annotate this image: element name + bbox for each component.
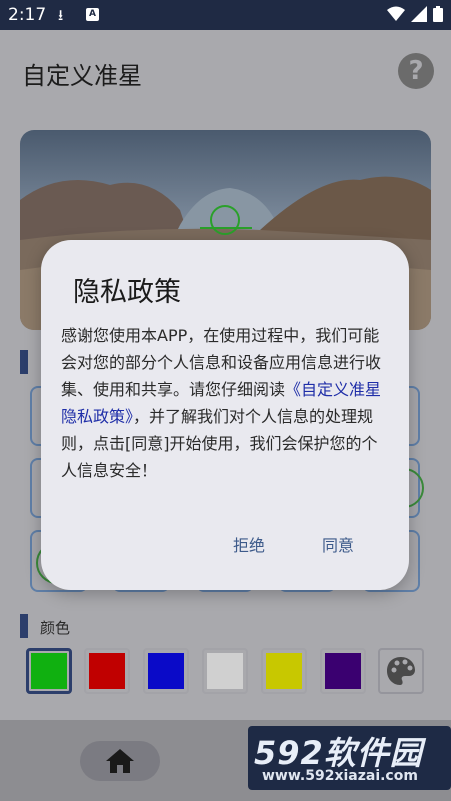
home-button[interactable]	[80, 741, 160, 781]
download-icon: ⭳	[58, 6, 64, 24]
signal-icon	[411, 6, 427, 22]
page-title: 自定义准星	[22, 62, 142, 90]
help-icon[interactable]: ?	[398, 53, 434, 89]
swatch-color-fill	[325, 653, 361, 689]
dialog-title: 隐私政策	[73, 277, 181, 308]
swatch-color-fill	[266, 653, 302, 689]
status-bar: 2:17 ⭳ A	[0, 0, 451, 30]
section-marker-color	[20, 614, 28, 638]
color-section-label: 颜色	[40, 619, 71, 637]
battery-icon	[433, 6, 443, 22]
swatch-color-fill	[207, 653, 243, 689]
home-icon	[106, 749, 134, 773]
swatch-color-fill	[148, 653, 184, 689]
privacy-dialog: 隐私政策 感谢您使用本APP，在使用过程中，我们可能会对您的部分个人信息和设备应…	[41, 240, 409, 590]
color-swatch[interactable]	[143, 648, 189, 694]
agree-button[interactable]: 同意	[322, 532, 354, 556]
wifi-icon	[387, 6, 405, 21]
color-swatch[interactable]	[26, 648, 72, 694]
color-swatch[interactable]	[261, 648, 307, 694]
swatch-color-fill	[89, 653, 125, 689]
notification-a-icon: A	[86, 8, 99, 21]
dialog-message: 感谢您使用本APP，在使用过程中，我们可能会对您的部分个人信息和设备应用信息进行…	[61, 322, 393, 484]
reject-button[interactable]: 拒绝	[233, 532, 265, 556]
status-time: 2:17	[8, 5, 47, 25]
section-marker-shapes	[20, 350, 28, 374]
watermark-url: www.592xiazai.com	[262, 768, 418, 784]
swatch-color-fill	[31, 653, 67, 689]
color-swatch[interactable]	[320, 648, 366, 694]
watermark-logo: 592软件园 www.592xiazai.com	[248, 726, 451, 790]
palette-button[interactable]	[378, 648, 424, 694]
color-swatch[interactable]	[84, 648, 130, 694]
palette-icon	[387, 657, 415, 685]
system-icons	[387, 6, 443, 22]
color-swatch[interactable]	[202, 648, 248, 694]
